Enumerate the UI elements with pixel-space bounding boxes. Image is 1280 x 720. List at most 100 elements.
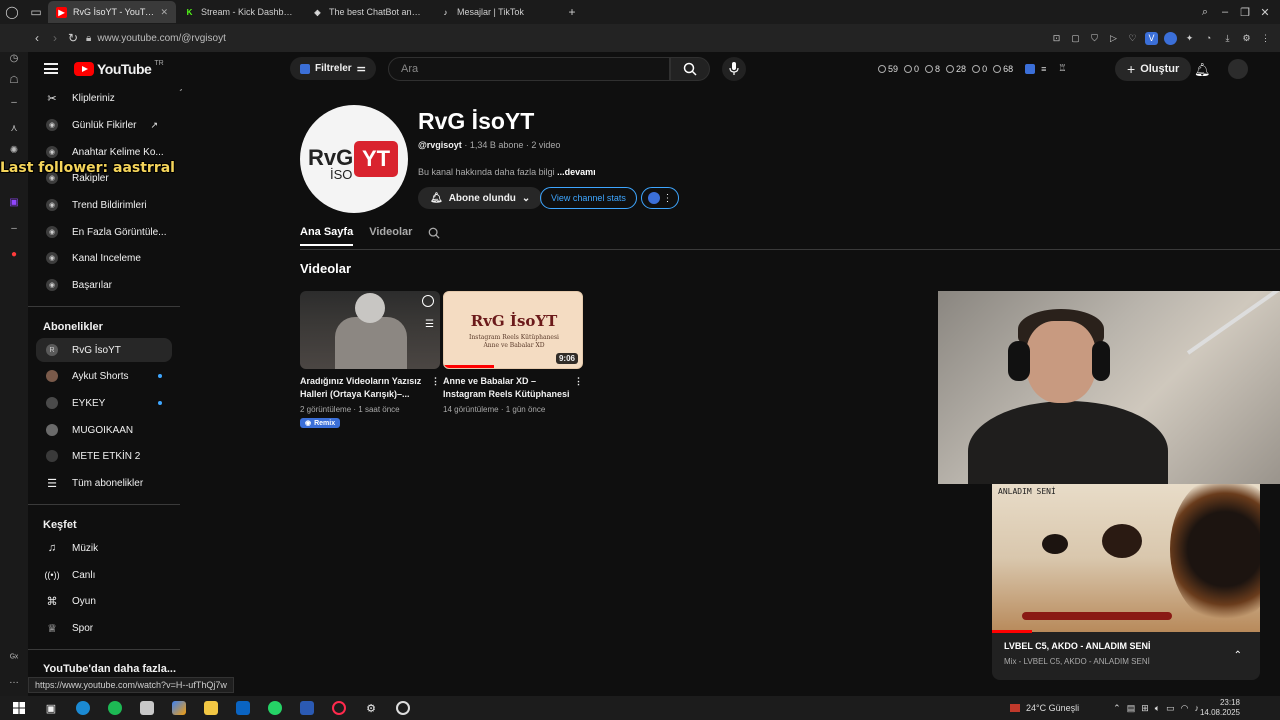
record-icon[interactable]: ● bbox=[7, 248, 21, 262]
list-icon[interactable]: ≡ bbox=[1041, 64, 1046, 74]
whatsapp-icon[interactable] bbox=[264, 697, 286, 719]
video-thumbnail[interactable]: RvG İsoYT Instagram Reels Kütüphanesi An… bbox=[443, 291, 583, 369]
video-card[interactable]: ☰ Aradığınız Videoların Yazısız Halleri … bbox=[300, 291, 442, 428]
create-button[interactable]: + Oluştur bbox=[1115, 57, 1192, 81]
video-thumbnail[interactable]: ☰ bbox=[300, 291, 440, 369]
menu-icon[interactable] bbox=[44, 63, 58, 74]
shield-icon[interactable]: ⛉ bbox=[1088, 32, 1101, 45]
view-channel-stats-button[interactable]: View channel stats bbox=[540, 187, 637, 209]
puzzle-icon[interactable]: ✦ bbox=[1183, 32, 1196, 45]
extension-circle-icon[interactable] bbox=[1164, 31, 1177, 45]
mini-player[interactable]: ANLADIM SENİ LVBEL C5, AKDO - ANLADIM SE… bbox=[992, 484, 1260, 680]
dash3-icon[interactable]: – bbox=[7, 222, 21, 236]
wifi-icon[interactable]: ◠ bbox=[1181, 703, 1189, 714]
extension-blue-icon[interactable]: V bbox=[1145, 31, 1158, 45]
chatgpt-side-icon[interactable]: ✺ bbox=[7, 144, 21, 158]
sidebar-explore-gaming[interactable]: ⌘ Oyun bbox=[36, 589, 172, 613]
network-icon[interactable]: ▤ bbox=[1127, 703, 1136, 714]
forward-icon[interactable]: › bbox=[46, 31, 64, 45]
twitch-icon[interactable]: ▣ bbox=[7, 196, 21, 210]
tab-chatbot[interactable]: ◈ The best ChatBot and Wi bbox=[304, 1, 432, 23]
sidebar-explore-music[interactable]: ♫ Müzik bbox=[36, 536, 172, 560]
new-tab-button[interactable]: + bbox=[560, 0, 584, 24]
sidebar-sub-eykey[interactable]: EYKEY bbox=[36, 391, 172, 415]
subscribed-button[interactable]: 🔔︎ Abone olundu ⌄ bbox=[418, 187, 543, 209]
search-input[interactable]: Ara bbox=[388, 57, 670, 81]
pin-icon[interactable]: ⊡ bbox=[1050, 32, 1063, 45]
heart-icon[interactable]: ♡ bbox=[1126, 32, 1139, 45]
extension-channel-button[interactable]: ⋮ bbox=[641, 187, 679, 209]
outlook-icon[interactable] bbox=[232, 697, 254, 719]
sidebar-all-subscriptions[interactable]: ☰ Tüm abonelikler bbox=[36, 471, 172, 495]
sidebar-item-clips[interactable]: ✂ Klipleriniz bbox=[36, 86, 172, 110]
sidebar-item-channel-review[interactable]: ◉ Kanal Inceleme bbox=[36, 246, 172, 270]
edge-icon[interactable] bbox=[72, 697, 94, 719]
sidebar-explore-live[interactable]: ((•)) Canlı bbox=[36, 563, 172, 587]
windows-start-icon[interactable] bbox=[8, 697, 30, 719]
back-icon[interactable]: ‹ bbox=[28, 31, 46, 45]
video-card[interactable]: RvG İsoYT Instagram Reels Kütüphanesi An… bbox=[443, 291, 585, 414]
url-field[interactable]: 🔒︎ www.youtube.com/@rvgisoyt bbox=[86, 33, 226, 44]
close-tab-icon[interactable]: ✕ bbox=[160, 7, 168, 18]
browser-menu-icon[interactable]: ◯ bbox=[0, 0, 24, 24]
sidebar-sub-mugoikaan[interactable]: MUGOIKAAN bbox=[36, 418, 172, 442]
tray-app-icon[interactable]: ⊞ bbox=[1141, 703, 1149, 714]
tab-home[interactable]: Ana Sayfa bbox=[300, 226, 354, 246]
tray-chevron-icon[interactable]: ⌃ bbox=[1113, 703, 1121, 714]
sidebar-explore-sports[interactable]: ♕ Spor bbox=[36, 616, 172, 640]
file-explorer-icon[interactable] bbox=[200, 697, 222, 719]
weather-text[interactable]: 24°C Güneşli bbox=[1026, 703, 1079, 713]
volume-icon[interactable]: 🔈︎ bbox=[1155, 703, 1160, 714]
sidebar-sub-mete-etkin[interactable]: METE ETKİN 2 bbox=[36, 444, 172, 468]
video-menu-icon[interactable]: ⋮ bbox=[431, 375, 440, 388]
video-title[interactable]: Aradığınız Videoların Yazısız Halleri (O… bbox=[300, 375, 442, 401]
tab-youtube[interactable]: ▶ RvG İsoYT - YouTube ✕ bbox=[48, 1, 176, 23]
notifications-bell-icon[interactable]: 🔔︎ bbox=[1194, 62, 1211, 78]
dash-icon[interactable]: – bbox=[7, 96, 21, 110]
copilot-icon[interactable] bbox=[168, 697, 190, 719]
minimize-icon[interactable]: – bbox=[1216, 6, 1234, 19]
youtube-logo[interactable]: YouTube TR bbox=[74, 60, 164, 77]
gx-icon[interactable]: ᴳˣ bbox=[7, 652, 21, 666]
settings-gear-icon[interactable]: ⚙ bbox=[360, 697, 382, 719]
sidebar-item-most-viewed[interactable]: ◉ En Fazla Görüntüle... bbox=[36, 220, 172, 244]
settings-icon[interactable]: ⚙ bbox=[1240, 32, 1253, 45]
tab-tiktok[interactable]: ♪ Mesajlar | TikTok bbox=[432, 1, 560, 23]
channel-search-icon[interactable] bbox=[428, 227, 441, 239]
search-tabs-icon[interactable]: ⌕ bbox=[1196, 6, 1214, 19]
tab-videos[interactable]: Videolar bbox=[369, 226, 412, 246]
close-window-icon[interactable]: ✕ bbox=[1256, 6, 1274, 19]
kick-side-icon[interactable]: ⋏ bbox=[7, 122, 21, 136]
download-icon[interactable]: ⤓ bbox=[1221, 32, 1234, 45]
account-avatar[interactable] bbox=[1228, 59, 1248, 79]
ext-blue-icon[interactable] bbox=[1025, 63, 1036, 74]
voice-search-button[interactable] bbox=[722, 57, 746, 81]
video-title[interactable]: Anne ve Babalar XD – Instagram Reels Küt… bbox=[443, 375, 585, 401]
more-link[interactable]: ...devamı bbox=[557, 167, 596, 177]
sidebar-sub-aykut-shorts[interactable]: Aykut Shorts bbox=[36, 364, 172, 388]
play-icon[interactable]: ▷ bbox=[1107, 32, 1120, 45]
profile-icon[interactable]: ◔ bbox=[1202, 32, 1215, 45]
calculator-icon[interactable] bbox=[136, 697, 158, 719]
video-menu-icon[interactable]: ⋮ bbox=[574, 375, 583, 388]
filters-button[interactable]: Filtreler ⚌ bbox=[290, 57, 376, 80]
tab-kick[interactable]: K Stream - Kick Dashboard bbox=[176, 1, 304, 23]
sidebar-item-daily-ideas[interactable]: ◉ Günlük Fikirler ↗ bbox=[36, 113, 172, 137]
more-menu-icon[interactable]: ⋮ bbox=[1259, 32, 1272, 45]
search-button[interactable] bbox=[670, 57, 710, 81]
sidebar-item-trend-alerts[interactable]: ◉ Trend Bildirimleri bbox=[36, 193, 172, 217]
reading-icon[interactable]: ☖ bbox=[7, 74, 21, 88]
mini-player-progress[interactable] bbox=[992, 630, 1032, 633]
battery-icon[interactable]: ▭ bbox=[1166, 703, 1175, 714]
more-dots-icon[interactable]: … bbox=[7, 674, 21, 688]
clock[interactable]: 23:18 14.08.2025 bbox=[1196, 698, 1240, 718]
channel-description[interactable]: Bu kanal hakkında daha fazla bilgi ...de… bbox=[418, 167, 596, 177]
add-to-queue-icon[interactable]: ☰ bbox=[425, 319, 434, 330]
trophy-ext-icon[interactable]: ♖ bbox=[1058, 63, 1066, 74]
photoshop-icon[interactable] bbox=[296, 697, 318, 719]
tab-actions-icon[interactable]: ▭ bbox=[24, 0, 48, 24]
reload-icon[interactable]: ↻ bbox=[64, 31, 82, 45]
sidebar-sub-rvgisoyt[interactable]: R RvG İsoYT bbox=[36, 338, 172, 362]
opera-gx-icon[interactable] bbox=[328, 697, 350, 719]
remix-badge[interactable]: ◉ Remix bbox=[300, 418, 341, 428]
